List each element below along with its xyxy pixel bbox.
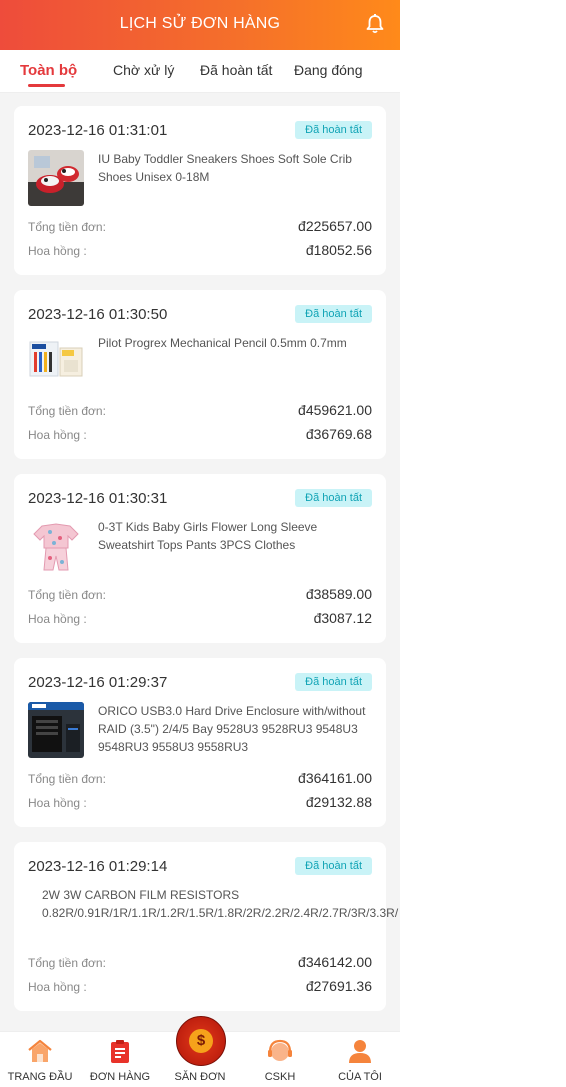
order-date: 2023-12-16 01:29:37 <box>28 674 168 691</box>
nav-label: ĐƠN HÀNG <box>89 1071 151 1083</box>
nav-item-orders[interactable]: ĐƠN HÀNG <box>80 1032 160 1087</box>
commission-amount: đ29132.88 <box>305 794 372 810</box>
nav-label: SĂN ĐƠN <box>174 1071 226 1083</box>
pencil-image <box>28 334 84 390</box>
nav-label: CSKH <box>264 1071 296 1083</box>
home-icon <box>28 1039 52 1062</box>
total-amount: đ364161.00 <box>298 770 372 786</box>
product-name: Pilot Progrex Mechanical Pencil 0.5mm 0.… <box>98 336 347 350</box>
order-card[interactable]: 2023-12-16 01:31:01 Đã hoàn tất IU Baby … <box>14 106 386 275</box>
nav-label: TRANG ĐẦU <box>7 1071 73 1083</box>
product-name: 2W 3W CARBON FILM RESISTORS 0.82R/0.91R/… <box>42 888 399 920</box>
order-date: 2023-12-16 01:31:01 <box>28 122 168 139</box>
total-label: Tổng tiền đơn: <box>28 956 106 970</box>
commission-amount: đ18052.56 <box>305 242 372 258</box>
active-tab-indicator <box>28 84 65 87</box>
grab-order-button[interactable]: $ <box>176 1016 226 1066</box>
tab-completed[interactable]: Đã hoàn tất <box>200 62 272 78</box>
user-icon <box>349 1040 371 1063</box>
order-card[interactable]: 2023-12-16 01:30:50 Đã hoàn tất Pilot Pr… <box>14 290 386 459</box>
total-amount: đ459621.00 <box>298 402 372 418</box>
commission-amount: đ36769.68 <box>305 426 372 442</box>
product-name: ORICO USB3.0 Hard Drive Enclosure with/w… <box>98 704 366 754</box>
grab-order-icon: $ <box>189 1029 213 1053</box>
order-date: 2023-12-16 01:30:31 <box>28 490 168 507</box>
status-badge: Đã hoàn tất <box>295 857 372 875</box>
total-amount: đ38589.00 <box>305 586 372 602</box>
status-badge: Đã hoàn tất <box>295 489 372 507</box>
nav-label: CỦA TÔI <box>338 1071 382 1083</box>
status-badge: Đã hoàn tất <box>295 673 372 691</box>
order-date: 2023-12-16 01:30:50 <box>28 306 168 323</box>
orders-icon <box>111 1040 129 1063</box>
nav-item-profile[interactable]: CỦA TÔI <box>320 1032 400 1087</box>
commission-label: Hoa hồng : <box>28 796 87 810</box>
status-tabs: Toàn bộ Chờ xử lý Đã hoàn tất Đang đóng <box>0 50 400 93</box>
commission-amount: đ3087.12 <box>313 610 372 626</box>
kids-clothes-image <box>28 518 84 574</box>
hdd-enclosure-image <box>28 702 84 758</box>
order-card[interactable]: 2023-12-16 01:30:31 Đã hoàn tất 0-3T Kid… <box>14 474 386 643</box>
bell-icon[interactable] <box>366 14 384 34</box>
tab-pending[interactable]: Chờ xử lý <box>113 62 174 78</box>
total-label: Tổng tiền đơn: <box>28 588 106 602</box>
order-date: 2023-12-16 01:29:14 <box>28 858 168 875</box>
commission-label: Hoa hồng : <box>28 980 87 994</box>
total-amount: đ346142.00 <box>298 954 372 970</box>
app-screen: LỊCH SỬ ĐƠN HÀNG Toàn bộ Chờ xử lý Đã ho… <box>0 0 400 1087</box>
total-label: Tổng tiền đơn: <box>28 404 106 418</box>
order-card[interactable]: 2023-12-16 01:29:14 Đã hoàn tất 2W 3W CA… <box>14 842 398 1011</box>
status-badge: Đã hoàn tất <box>295 121 372 139</box>
support-icon <box>268 1039 292 1061</box>
commission-label: Hoa hồng : <box>28 428 87 442</box>
status-badge: Đã hoàn tất <box>295 305 372 323</box>
commission-label: Hoa hồng : <box>28 612 87 626</box>
product-name: IU Baby Toddler Sneakers Shoes Soft Sole… <box>98 152 352 184</box>
commission-label: Hoa hồng : <box>28 244 87 258</box>
nav-item-support[interactable]: CSKH <box>240 1032 320 1087</box>
tab-closing[interactable]: Đang đóng <box>294 62 363 78</box>
total-label: Tổng tiền đơn: <box>28 220 106 234</box>
order-card[interactable]: 2023-12-16 01:29:37 Đã hoàn tất ORICO US… <box>14 658 386 827</box>
header-bar: LỊCH SỬ ĐƠN HÀNG <box>0 0 400 50</box>
nav-item-home[interactable]: TRANG ĐẦU <box>0 1032 80 1087</box>
product-name: 0-3T Kids Baby Girls Flower Long Sleeve … <box>98 520 318 552</box>
tab-all[interactable]: Toàn bộ <box>20 62 77 79</box>
baby-shoes-image <box>28 150 84 206</box>
total-label: Tổng tiền đơn: <box>28 772 106 786</box>
commission-amount: đ27691.36 <box>305 978 372 994</box>
page-title: LỊCH SỬ ĐƠN HÀNG <box>119 15 281 32</box>
total-amount: đ225657.00 <box>298 218 372 234</box>
